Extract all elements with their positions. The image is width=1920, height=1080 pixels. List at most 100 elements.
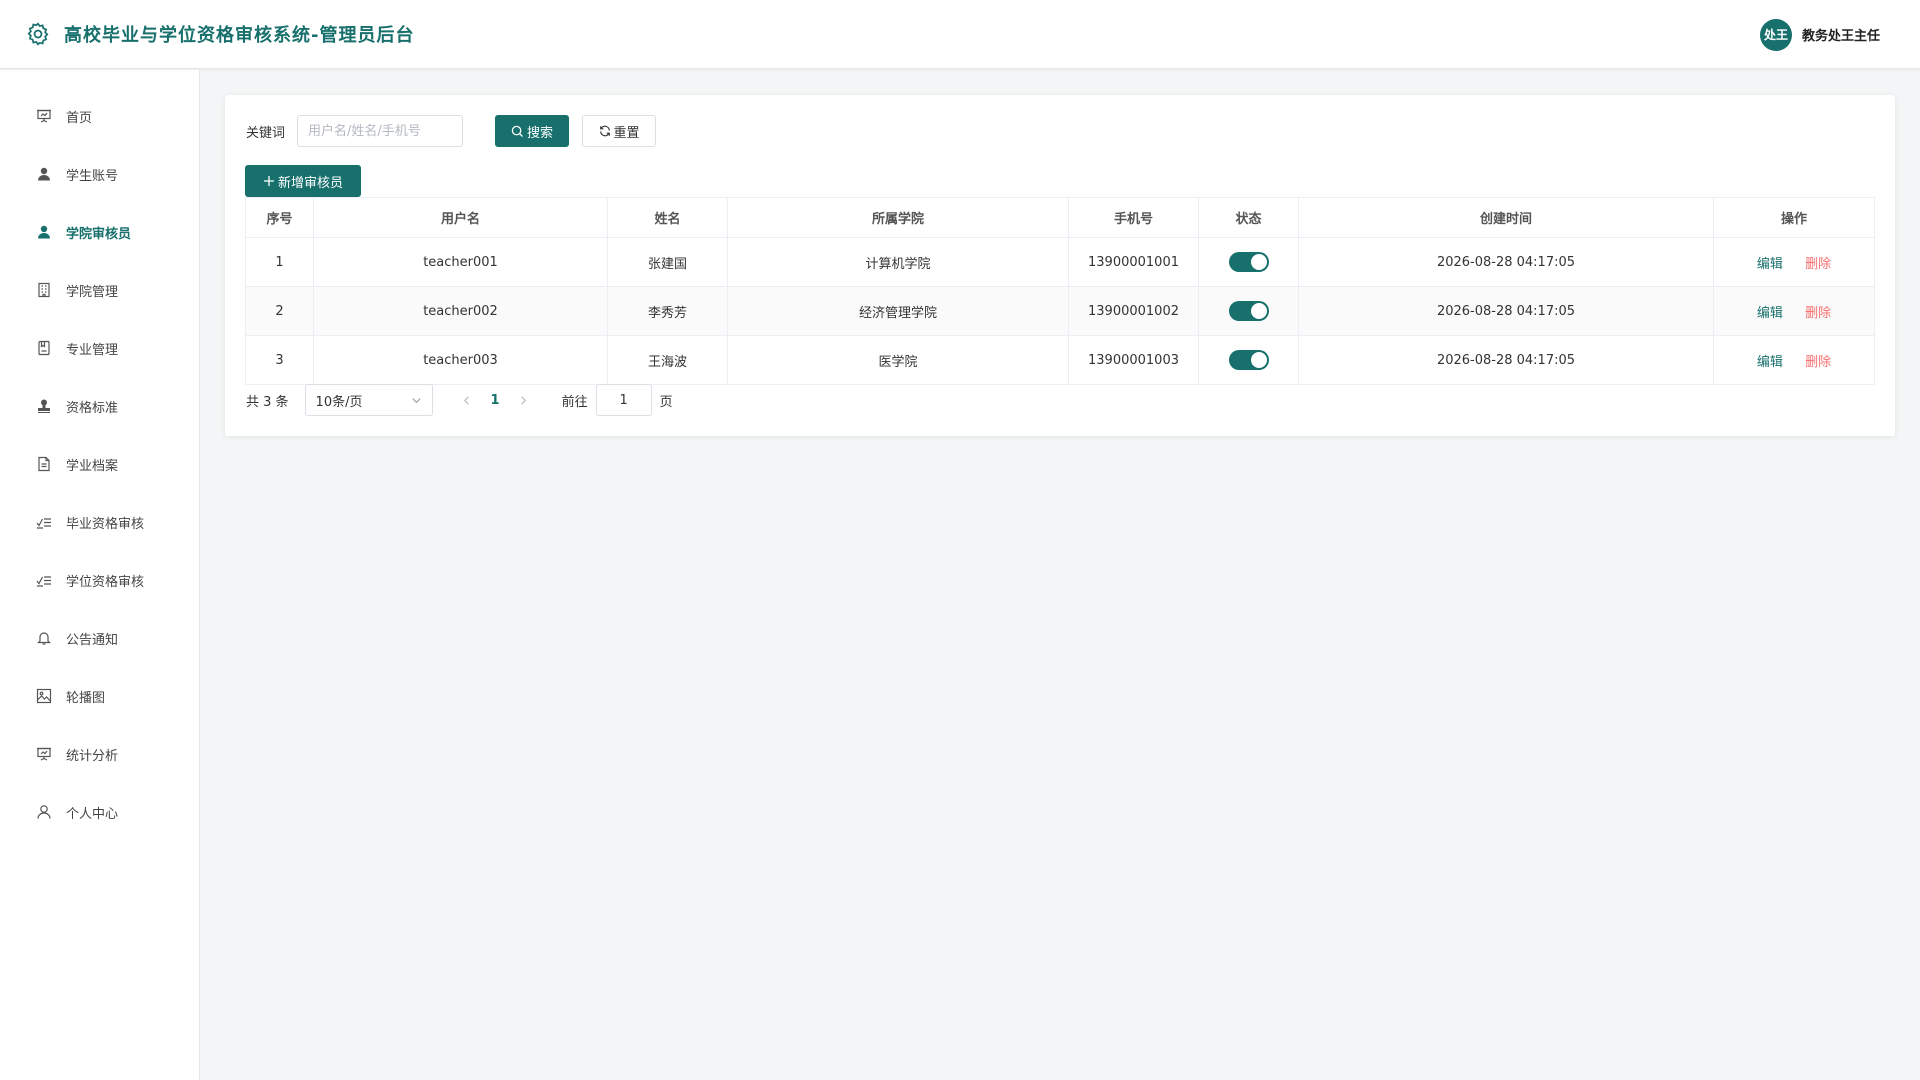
sidebar-item-label: 个人中心 xyxy=(66,806,119,822)
reset-button[interactable]: 重置 xyxy=(582,115,657,147)
column-header: 手机号 xyxy=(1068,197,1199,238)
total-count: 共 3 条 xyxy=(246,394,289,410)
cell-name: 王海波 xyxy=(607,335,728,385)
cell-status xyxy=(1198,237,1299,287)
status-toggle[interactable] xyxy=(1228,350,1269,370)
cell-index: 1 xyxy=(245,237,314,287)
document-icon xyxy=(36,456,52,472)
picture-icon xyxy=(36,688,52,704)
edit-link[interactable]: 编辑 xyxy=(1757,257,1783,272)
sidebar-item-college-reviewers[interactable]: 学院审核员 xyxy=(0,203,199,261)
presentation-icon xyxy=(36,108,52,124)
toggle-knob xyxy=(1250,352,1267,368)
add-reviewer-button[interactable]: 新增审核员 xyxy=(245,165,361,197)
delete-link[interactable]: 删除 xyxy=(1805,306,1831,321)
avatar[interactable]: 处王 xyxy=(1759,18,1792,51)
sidebar: 首页 学生账号 学院审核员 学院管理 专业管理 资格标准 学业档案 毕业资格审核… xyxy=(0,70,200,1080)
cell-status xyxy=(1198,286,1299,336)
user-menu[interactable]: 处王 教务处王主任 xyxy=(1759,0,1880,69)
user-name[interactable]: 教务处王主任 xyxy=(1802,25,1880,44)
prev-page-button[interactable] xyxy=(457,395,477,406)
search-button[interactable]: 搜索 xyxy=(495,115,570,147)
page-size-select[interactable]: 10条/页 xyxy=(304,384,433,416)
edit-link[interactable]: 编辑 xyxy=(1757,355,1783,370)
cell-username: teacher002 xyxy=(313,286,608,336)
chevron-down-icon xyxy=(411,395,422,406)
gear-icon xyxy=(25,21,51,47)
cell-username: teacher001 xyxy=(313,237,608,287)
chevron-right-icon xyxy=(521,395,527,405)
cell-phone: 13900001002 xyxy=(1068,286,1199,336)
sidebar-item-label: 轮播图 xyxy=(66,690,106,706)
column-header: 操作 xyxy=(1713,197,1875,238)
cell-phone: 13900001001 xyxy=(1068,237,1199,287)
add-reviewer-label: 新增审核员 xyxy=(277,175,343,191)
chevron-left-icon xyxy=(463,395,469,405)
notebook-icon xyxy=(36,340,52,356)
app-title: 高校毕业与学位资格审核系统-管理员后台 xyxy=(64,25,415,46)
page-suffix: 页 xyxy=(659,394,673,410)
search-label: 关键词 xyxy=(246,125,286,141)
sidebar-item-academic-records[interactable]: 学业档案 xyxy=(0,435,199,493)
stamp-icon xyxy=(36,398,52,414)
sidebar-item-label: 学院审核员 xyxy=(66,226,132,242)
cell-actions: 编辑 删除 xyxy=(1713,335,1875,385)
page-number-current[interactable]: 1 xyxy=(491,393,500,408)
sidebar-item-home[interactable]: 首页 xyxy=(0,87,199,145)
sidebar-item-profile[interactable]: 个人中心 xyxy=(0,783,199,841)
plus-icon xyxy=(263,175,275,187)
cell-name: 李秀芳 xyxy=(607,286,728,336)
cell-index: 2 xyxy=(245,286,314,336)
cell-name: 张建国 xyxy=(607,237,728,287)
goto-page-input[interactable] xyxy=(595,384,652,416)
sidebar-item-label: 毕业资格审核 xyxy=(66,516,145,532)
bell-icon xyxy=(36,630,52,646)
sidebar-menu: 首页 学生账号 学院审核员 学院管理 专业管理 资格标准 学业档案 毕业资格审核… xyxy=(0,70,199,841)
checklist-icon xyxy=(36,572,52,588)
column-header: 状态 xyxy=(1198,197,1299,238)
sidebar-item-label: 公告通知 xyxy=(66,632,119,648)
table-row: 2 teacher002 李秀芳 经济管理学院 13900001002 2026… xyxy=(245,286,1875,336)
sidebar-item-label: 学院管理 xyxy=(66,284,119,300)
column-header: 用户名 xyxy=(313,197,608,238)
toggle-knob xyxy=(1250,303,1267,319)
cell-college: 经济管理学院 xyxy=(727,286,1069,336)
cell-created: 2026-08-28 04:17:05 xyxy=(1298,237,1714,287)
cell-created: 2026-08-28 04:17:05 xyxy=(1298,286,1714,336)
edit-link[interactable]: 编辑 xyxy=(1757,306,1783,321)
sidebar-item-announcements[interactable]: 公告通知 xyxy=(0,609,199,667)
sidebar-item-statistics[interactable]: 统计分析 xyxy=(0,725,199,783)
user-filled-icon xyxy=(36,166,52,182)
table-header-row: 序号 用户名 姓名 所属学院 手机号 状态 创建时间 操作 xyxy=(245,197,1875,238)
sidebar-item-student-accounts[interactable]: 学生账号 xyxy=(0,145,199,203)
sidebar-item-graduation-review[interactable]: 毕业资格审核 xyxy=(0,493,199,551)
next-page-button[interactable] xyxy=(514,395,534,406)
sidebar-item-major-management[interactable]: 专业管理 xyxy=(0,319,199,377)
column-header: 创建时间 xyxy=(1298,197,1714,238)
column-header: 序号 xyxy=(245,197,314,238)
search-input[interactable] xyxy=(297,115,464,147)
sidebar-item-qualification-standards[interactable]: 资格标准 xyxy=(0,377,199,435)
reset-button-label: 重置 xyxy=(613,125,640,141)
delete-link[interactable]: 删除 xyxy=(1805,257,1831,272)
status-toggle[interactable] xyxy=(1228,252,1269,272)
sidebar-item-college-management[interactable]: 学院管理 xyxy=(0,261,199,319)
cell-actions: 编辑 删除 xyxy=(1713,237,1875,287)
sidebar-item-carousel[interactable]: 轮播图 xyxy=(0,667,199,725)
user-filled-icon xyxy=(36,224,52,240)
column-header: 姓名 xyxy=(607,197,728,238)
sidebar-item-label: 首页 xyxy=(66,110,93,126)
sidebar-item-label: 资格标准 xyxy=(66,400,119,416)
column-header: 所属学院 xyxy=(727,197,1069,238)
sidebar-item-label: 专业管理 xyxy=(66,342,119,358)
sidebar-item-degree-review[interactable]: 学位资格审核 xyxy=(0,551,199,609)
table-row: 1 teacher001 张建国 计算机学院 13900001001 2026-… xyxy=(245,237,1875,287)
search-button-label: 搜索 xyxy=(527,125,554,141)
reviewer-table: 序号 用户名 姓名 所属学院 手机号 状态 创建时间 操作 1 teacher0… xyxy=(245,197,1875,385)
table-row: 3 teacher003 王海波 医学院 13900001003 2026-08… xyxy=(245,335,1875,385)
search-icon xyxy=(511,125,524,138)
cell-status xyxy=(1198,335,1299,385)
status-toggle[interactable] xyxy=(1228,301,1269,321)
delete-link[interactable]: 删除 xyxy=(1805,355,1831,370)
page-size-value: 10条/页 xyxy=(315,394,363,410)
